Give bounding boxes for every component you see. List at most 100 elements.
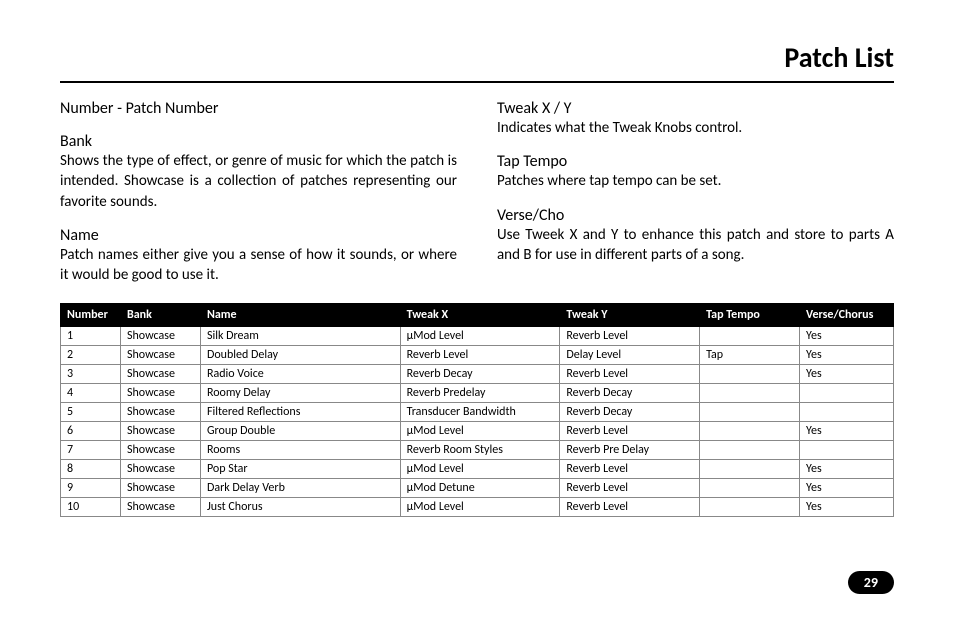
table-cell bbox=[700, 460, 800, 479]
table-cell: Yes bbox=[800, 479, 894, 498]
table-cell bbox=[700, 365, 800, 384]
table-cell: 6 bbox=[61, 422, 121, 441]
th-tweak-x: Tweak X bbox=[400, 304, 560, 327]
bank-body: Shows the type of effect, or genre of mu… bbox=[60, 151, 457, 212]
th-tap-tempo: Tap Tempo bbox=[700, 304, 800, 327]
table-cell: Showcase bbox=[120, 365, 200, 384]
table-cell: 4 bbox=[61, 384, 121, 403]
table-cell bbox=[800, 403, 894, 422]
table-cell: Reverb Level bbox=[560, 498, 700, 517]
tap-heading: Tap Tempo bbox=[497, 152, 894, 171]
name-heading: Name bbox=[60, 226, 457, 245]
table-cell: Reverb Level bbox=[560, 460, 700, 479]
table-row: 5ShowcaseFiltered ReflectionsTransducer … bbox=[61, 403, 894, 422]
table-cell: Showcase bbox=[120, 384, 200, 403]
table-cell: Tap bbox=[700, 346, 800, 365]
table-header: Number Bank Name Tweak X Tweak Y Tap Tem… bbox=[61, 304, 894, 327]
table-cell: Showcase bbox=[120, 460, 200, 479]
table-cell: Delay Level bbox=[560, 346, 700, 365]
th-number: Number bbox=[61, 304, 121, 327]
bank-heading: Bank bbox=[60, 132, 457, 151]
table-row: 6ShowcaseGroup DoubleµMod LevelReverb Le… bbox=[61, 422, 894, 441]
table-cell: Reverb Level bbox=[560, 365, 700, 384]
table-cell bbox=[800, 441, 894, 460]
table-cell bbox=[700, 403, 800, 422]
th-tweak-y: Tweak Y bbox=[560, 304, 700, 327]
table-cell: Showcase bbox=[120, 441, 200, 460]
table-cell: Reverb Decay bbox=[400, 365, 560, 384]
th-verse-chorus: Verse/Chorus bbox=[800, 304, 894, 327]
page-title: Patch List bbox=[60, 40, 894, 75]
table-cell: Group Double bbox=[200, 422, 400, 441]
table-cell: Transducer Bandwidth bbox=[400, 403, 560, 422]
table-cell bbox=[700, 441, 800, 460]
table-cell: Reverb Pre Delay bbox=[560, 441, 700, 460]
table-cell: Filtered Reflections bbox=[200, 403, 400, 422]
tap-body: Patches where tap tempo can be set. bbox=[497, 171, 894, 191]
table-cell: Reverb Decay bbox=[560, 384, 700, 403]
table-cell bbox=[700, 327, 800, 346]
table-cell: µMod Level bbox=[400, 422, 560, 441]
th-name: Name bbox=[200, 304, 400, 327]
table-cell: Just Chorus bbox=[200, 498, 400, 517]
table-row: 1ShowcaseSilk DreamµMod LevelReverb Leve… bbox=[61, 327, 894, 346]
verse-body: Use Tweek X and Y to enhance this patch … bbox=[497, 225, 894, 266]
patch-table: Number Bank Name Tweak X Tweak Y Tap Tem… bbox=[60, 303, 894, 517]
number-heading: Number - Patch Number bbox=[60, 99, 457, 118]
table-cell bbox=[700, 479, 800, 498]
table-cell bbox=[700, 422, 800, 441]
table-cell: Showcase bbox=[120, 422, 200, 441]
table-cell: Pop Star bbox=[200, 460, 400, 479]
left-column: Number - Patch Number Bank Shows the typ… bbox=[60, 99, 457, 285]
table-cell: Reverb Decay bbox=[560, 403, 700, 422]
table-row: 7ShowcaseRoomsReverb Room StylesReverb P… bbox=[61, 441, 894, 460]
table-body: 1ShowcaseSilk DreamµMod LevelReverb Leve… bbox=[61, 327, 894, 517]
table-cell: 8 bbox=[61, 460, 121, 479]
table-cell: Showcase bbox=[120, 498, 200, 517]
table-cell: Dark Delay Verb bbox=[200, 479, 400, 498]
table-cell: Showcase bbox=[120, 479, 200, 498]
table-cell: Yes bbox=[800, 498, 894, 517]
table-cell: Yes bbox=[800, 327, 894, 346]
table-cell: µMod Level bbox=[400, 327, 560, 346]
table-cell: Yes bbox=[800, 346, 894, 365]
table-cell: 3 bbox=[61, 365, 121, 384]
table-cell: Silk Dream bbox=[200, 327, 400, 346]
verse-heading: Verse/Cho bbox=[497, 206, 894, 225]
table-cell: Roomy Delay bbox=[200, 384, 400, 403]
table-cell: µMod Level bbox=[400, 460, 560, 479]
table-cell: 10 bbox=[61, 498, 121, 517]
table-cell: Radio Voice bbox=[200, 365, 400, 384]
table-cell: Reverb Level bbox=[560, 479, 700, 498]
table-cell: Yes bbox=[800, 422, 894, 441]
table-cell: Showcase bbox=[120, 403, 200, 422]
table-row: 9ShowcaseDark Delay VerbµMod DetuneRever… bbox=[61, 479, 894, 498]
table-cell: Showcase bbox=[120, 327, 200, 346]
name-body: Patch names either give you a sense of h… bbox=[60, 245, 457, 286]
right-column: Tweak X / Y Indicates what the Tweak Kno… bbox=[497, 99, 894, 285]
table-row: 4ShowcaseRoomy DelayReverb PredelayRever… bbox=[61, 384, 894, 403]
table-row: 3ShowcaseRadio VoiceReverb DecayReverb L… bbox=[61, 365, 894, 384]
tweak-heading: Tweak X / Y bbox=[497, 99, 894, 118]
table-row: 2ShowcaseDoubled DelayReverb LevelDelay … bbox=[61, 346, 894, 365]
table-cell bbox=[800, 384, 894, 403]
table-cell: Yes bbox=[800, 460, 894, 479]
table-cell: Showcase bbox=[120, 346, 200, 365]
table-cell: Rooms bbox=[200, 441, 400, 460]
page-number: 29 bbox=[848, 571, 894, 594]
title-rule bbox=[60, 81, 894, 83]
description-columns: Number - Patch Number Bank Shows the typ… bbox=[60, 99, 894, 285]
tweak-body: Indicates what the Tweak Knobs control. bbox=[497, 118, 894, 138]
table-cell: 5 bbox=[61, 403, 121, 422]
table-cell: 9 bbox=[61, 479, 121, 498]
table-cell: Reverb Room Styles bbox=[400, 441, 560, 460]
table-cell: 7 bbox=[61, 441, 121, 460]
table-cell: 1 bbox=[61, 327, 121, 346]
table-cell: 2 bbox=[61, 346, 121, 365]
th-bank: Bank bbox=[120, 304, 200, 327]
table-cell: Reverb Predelay bbox=[400, 384, 560, 403]
table-cell bbox=[700, 384, 800, 403]
table-row: 10ShowcaseJust ChorusµMod LevelReverb Le… bbox=[61, 498, 894, 517]
table-row: 8ShowcasePop StarµMod LevelReverb Level Y… bbox=[61, 460, 894, 479]
table-cell: Yes bbox=[800, 365, 894, 384]
